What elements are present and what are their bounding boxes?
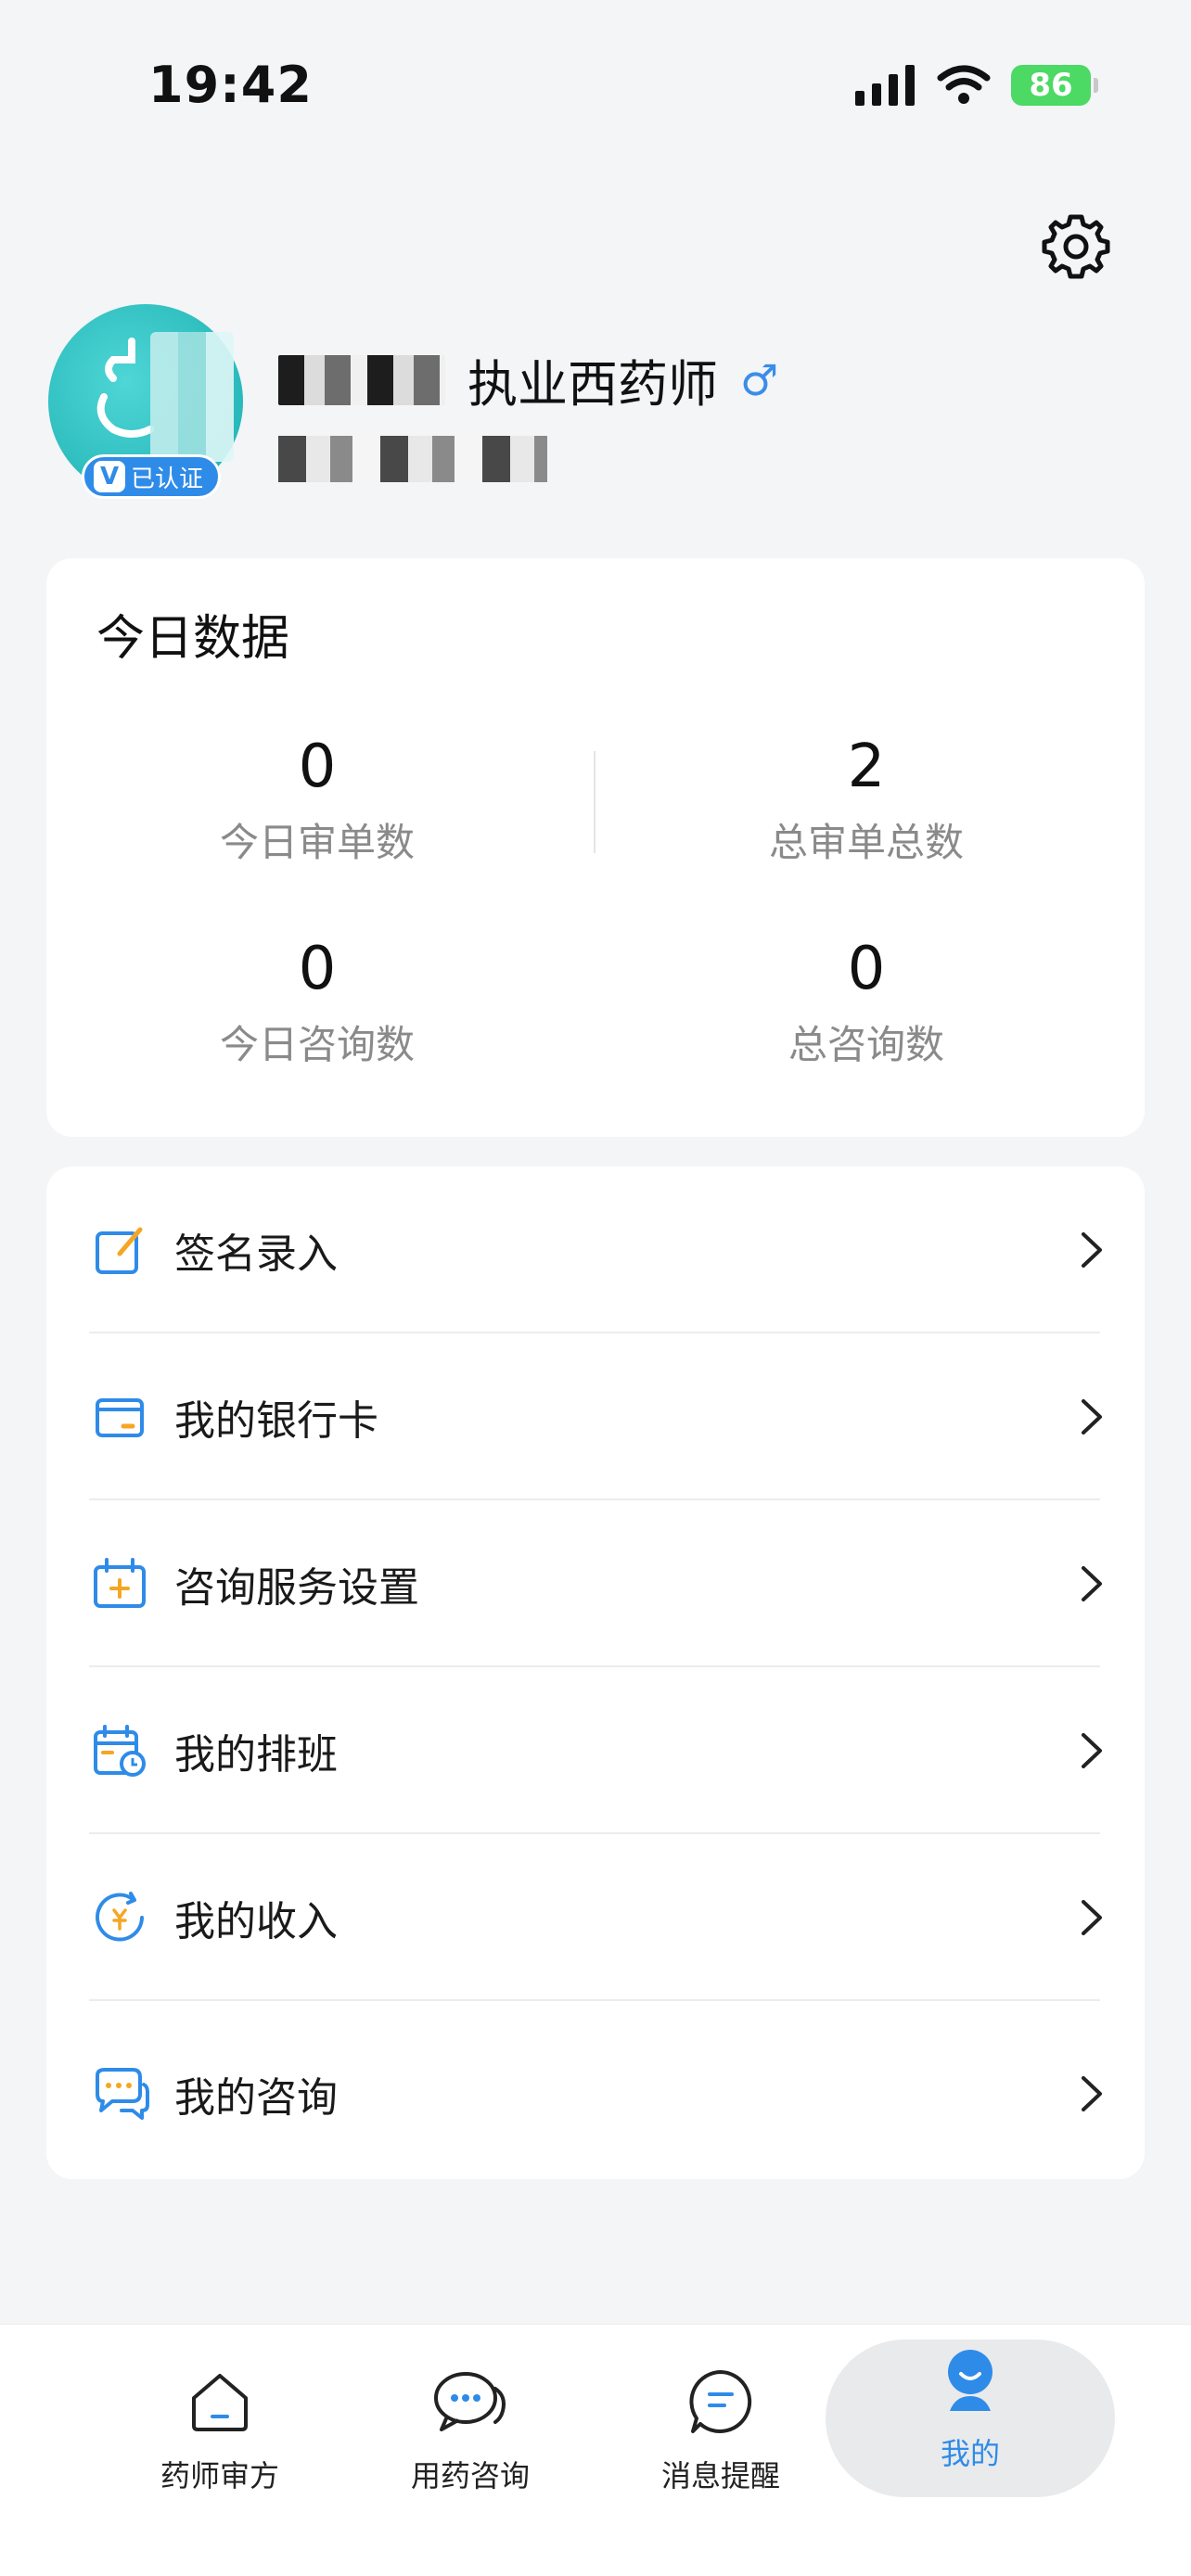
today-stats-card: 今日数据 0 今日审单数 2 总审单总数 0 今日咨询数 0 总咨询数 [46,558,1145,1137]
verified-v-icon: V [94,461,125,492]
stat-label: 今日咨询数 [219,1022,415,1068]
menu-item-label: 我的收入 [174,1898,338,1945]
tab-label: 药师审方 [160,2458,279,2493]
battery-level: 86 [1029,67,1073,104]
tab-messages[interactable]: 消息提醒 [614,2362,827,2519]
stat-value: 0 [847,935,886,1003]
stat-value: 0 [298,733,337,801]
status-time: 19:42 [148,56,313,114]
name-redaction [278,354,445,405]
stat-divider [594,751,596,853]
menu-item-label: 我的银行卡 [174,1397,378,1445]
stat-label: 总咨询数 [788,1022,944,1068]
tab-label: 用药咨询 [410,2458,530,2493]
stat-today-consults: 0 今日咨询数 [122,931,512,1070]
bank-card-icon [89,1386,150,1447]
menu-item-label: 我的排班 [174,1731,338,1779]
chevron-right-icon [1082,2076,1102,2111]
menu-item-schedule[interactable]: 我的排班 [89,1667,1146,1834]
tab-label: 我的 [940,2436,1000,2471]
chevron-right-icon [1082,1232,1102,1268]
battery-indicator: 86 [1011,65,1098,106]
menu-item-signature[interactable]: 签名录入 [89,1167,1146,1333]
profile-name-row: 执业西药师 ♂ [278,343,778,416]
verified-badge: V 已认证 [82,454,222,499]
signature-edit-icon [89,1219,150,1281]
chat-dots-icon [430,2362,510,2442]
chat-bubbles-icon [89,2063,150,2124]
tab-mine[interactable]: 我的 [826,2340,1115,2497]
stat-label: 今日审单数 [219,820,415,866]
message-icon [681,2362,761,2442]
tab-pharmacist-review[interactable]: 药师审方 [113,2362,327,2519]
menu-card: 签名录入 我的银行卡 咨询服务设置 我的排班 我的收入 我的咨询 [46,1167,1145,2179]
phone-redaction [278,436,547,482]
chevron-right-icon [1082,1566,1102,1601]
male-gender-icon: ♂ [740,354,779,405]
menu-item-label: 咨询服务设置 [174,1564,419,1612]
chevron-right-icon [1082,1733,1102,1768]
calendar-plus-icon [89,1553,150,1614]
status-bar: 19:42 86 [0,0,1191,176]
tab-drug-consult[interactable]: 用药咨询 [364,2362,577,2519]
status-icons: 86 [855,65,1098,106]
bottom-tab-bar: 药师审方 用药咨询 消息提醒 我的 [0,2324,1191,2576]
wifi-icon [937,65,991,104]
profile-title: 执业西药师 [467,355,718,414]
stat-today-reviews: 0 今日审单数 [122,729,512,868]
stat-label: 总审单总数 [768,820,964,866]
person-icon [930,2340,1010,2419]
stat-value: 2 [847,733,886,801]
tab-label: 消息提醒 [660,2458,780,2493]
menu-item-bank-card[interactable]: 我的银行卡 [89,1333,1146,1500]
stat-value: 0 [298,935,337,1003]
chevron-right-icon [1082,1900,1102,1935]
stat-total-consults: 0 总咨询数 [672,931,1061,1070]
menu-item-label: 签名录入 [174,1231,338,1278]
stat-total-reviews: 2 总审单总数 [672,729,1061,868]
settings-gear-icon[interactable] [1041,211,1111,282]
verified-label: 已认证 [131,465,204,493]
home-icon [180,2362,260,2442]
menu-divider [89,1999,1100,2001]
schedule-icon [89,1720,150,1781]
menu-item-consult-settings[interactable]: 咨询服务设置 [89,1500,1146,1667]
menu-item-my-consults[interactable]: 我的咨询 [89,2010,1146,2177]
income-icon [89,1887,150,1948]
stats-title: 今日数据 [96,611,290,667]
chevron-right-icon [1082,1399,1102,1435]
menu-item-label: 我的咨询 [174,2074,338,2122]
menu-item-income[interactable]: 我的收入 [89,1834,1146,2001]
avatar-redaction [150,332,234,462]
cellular-signal-icon [855,65,915,106]
